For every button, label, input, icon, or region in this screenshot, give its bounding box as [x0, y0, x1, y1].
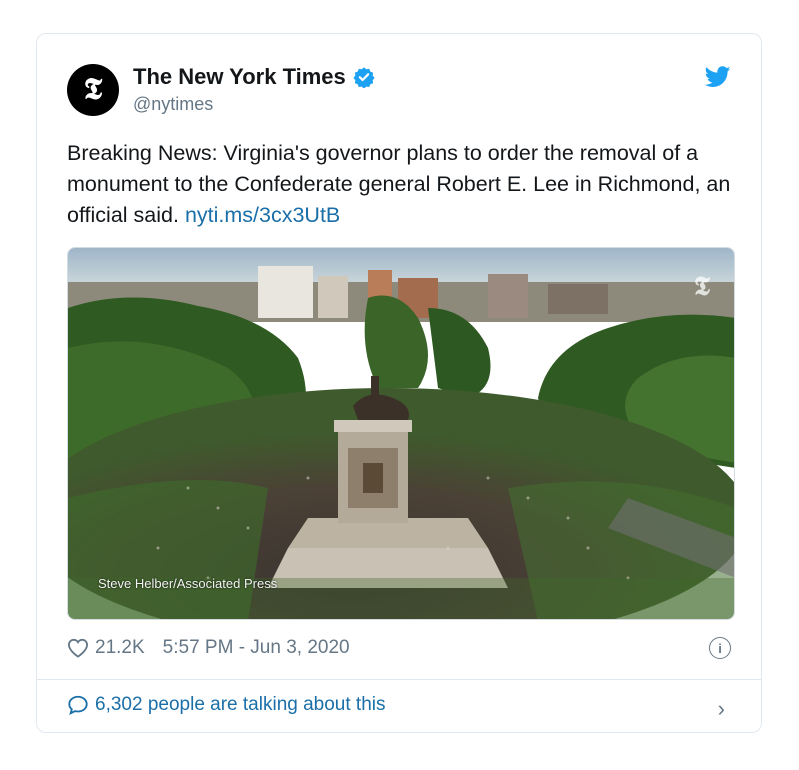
aerial-crowd-photo: [68, 248, 734, 619]
photo-watermark-logo: 𝕿: [694, 272, 710, 302]
twitter-bird-icon[interactable]: [705, 66, 731, 88]
tweet-timestamp[interactable]: 5:57 PM - Jun 3, 2020: [163, 637, 350, 659]
heart-icon[interactable]: [67, 638, 89, 658]
verified-badge-icon: [353, 67, 375, 88]
chevron-right-icon[interactable]: ›: [718, 696, 725, 722]
tweet-link[interactable]: nyti.ms/3cx3UtB: [185, 203, 340, 227]
tweet-text: Breaking News: Virginia's governor plans…: [67, 138, 737, 231]
speech-bubble-icon: [68, 695, 88, 715]
photo-credit: Steve Helber/Associated Press: [98, 576, 278, 591]
conversation-link[interactable]: 6,302 people are talking about this: [67, 694, 386, 716]
author-handle[interactable]: @nytimes: [133, 94, 213, 115]
tweet-photo[interactable]: 𝕿 Steve Helber/Associated Press: [67, 247, 735, 620]
author-name-row: The New York Times: [133, 64, 375, 90]
conversation-label: 6,302 people are talking about this: [95, 694, 386, 715]
info-icon[interactable]: i: [709, 637, 731, 659]
tweet-body: Breaking News: Virginia's governor plans…: [67, 141, 731, 227]
embedded-tweet-card: 𝕿 The New York Times @nytimes Breaking N…: [36, 33, 762, 733]
divider: [37, 679, 761, 680]
tweet-meta: 21.2K 5:57 PM - Jun 3, 2020: [67, 637, 350, 659]
like-count[interactable]: 21.2K: [95, 637, 145, 659]
author-name[interactable]: The New York Times: [133, 64, 346, 90]
nyt-logo-icon: 𝕿: [83, 72, 103, 107]
avatar[interactable]: 𝕿: [67, 64, 119, 116]
